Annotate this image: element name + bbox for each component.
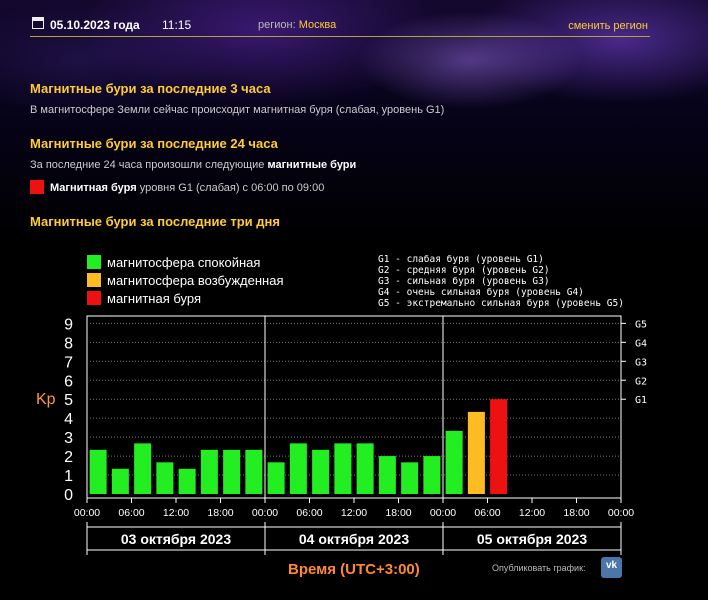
y-tick-label: 7 <box>64 354 73 371</box>
g-tick-label: G1 <box>635 395 647 406</box>
y-axis-label: Kp <box>36 391 56 408</box>
kp-bar <box>467 411 485 494</box>
kp-bar <box>423 456 441 494</box>
vk-icon: vk <box>605 560 618 571</box>
x-tick-label: 00:00 <box>430 507 456 519</box>
kp-bar <box>401 462 419 494</box>
kp-bar <box>312 449 330 494</box>
kp-bar <box>445 430 463 494</box>
x-tick-label: 18:00 <box>207 507 233 519</box>
x-tick-label: 12:00 <box>519 507 545 519</box>
x-tick-label: 06:00 <box>118 507 144 519</box>
y-tick-label: 5 <box>64 392 73 409</box>
kp-bar <box>356 443 374 494</box>
y-tick-label: 3 <box>64 430 73 447</box>
kp-bar <box>289 443 307 494</box>
x-tick-label: 18:00 <box>563 507 589 519</box>
kp-bar <box>267 462 285 494</box>
x-tick-label: 18:00 <box>385 507 411 519</box>
kp-bar <box>245 449 263 494</box>
kp-bar <box>490 399 508 494</box>
y-tick-label: 8 <box>64 335 73 352</box>
g-tick-label: G4 <box>635 338 647 349</box>
kp-bar <box>378 456 396 494</box>
y-tick-label: 9 <box>64 316 73 333</box>
publish-label: Опубликовать график: <box>492 563 586 573</box>
x-tick-label: 12:00 <box>341 507 367 519</box>
day-label: 05 октября 2023 <box>477 531 587 547</box>
g-tick-label: G5 <box>635 319 647 330</box>
y-tick-label: 2 <box>64 449 73 466</box>
kp-bar <box>134 443 152 494</box>
kp-index-chart: 0 1 2 3 4 5 6 7 8 9 G1 G2 G3 G4 G5 00:00 06:00 12:00 18:00… <box>64 315 647 555</box>
x-tick-label: 00:00 <box>74 507 100 519</box>
y-tick-label: 4 <box>64 411 73 428</box>
kp-bar <box>111 468 129 494</box>
x-axis-title: Время (UTC+3:00) <box>288 561 420 578</box>
day-label: 03 октября 2023 <box>121 531 231 547</box>
x-tick-label: 06:00 <box>474 507 500 519</box>
y-tick-label: 0 <box>64 487 73 504</box>
kp-bar <box>334 443 352 494</box>
y-tick-label: 1 <box>64 468 73 485</box>
x-tick-label: 00:00 <box>252 507 278 519</box>
kp-bar <box>89 449 107 494</box>
kp-bar <box>223 449 241 494</box>
g-tick-label: G2 <box>635 376 647 387</box>
day-label: 04 октября 2023 <box>299 531 409 547</box>
x-tick-label: 06:00 <box>296 507 322 519</box>
x-tick-label: 00:00 <box>608 507 634 519</box>
kp-bar <box>156 462 174 494</box>
g-tick-label: G3 <box>635 357 647 368</box>
y-tick-label: 6 <box>64 373 73 390</box>
kp-bar <box>178 468 196 494</box>
kp-bar <box>200 449 218 494</box>
x-tick-label: 12:00 <box>163 507 189 519</box>
vk-share-button[interactable]: vk <box>601 557 622 578</box>
